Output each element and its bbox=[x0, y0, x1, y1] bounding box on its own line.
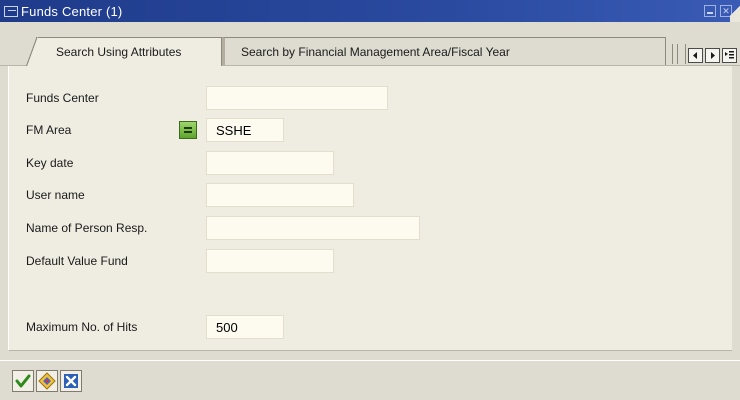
dialog-toolbar bbox=[0, 351, 740, 400]
window-title: Funds Center (1) bbox=[21, 3, 123, 19]
fm-area-label: FM Area bbox=[26, 123, 72, 137]
user-name-input[interactable] bbox=[206, 183, 354, 207]
equals-operator-icon[interactable] bbox=[179, 121, 197, 139]
funds-center-input[interactable] bbox=[206, 86, 388, 110]
scroll-tabs-left-button[interactable] bbox=[688, 48, 703, 63]
title-bar[interactable]: Funds Center (1) ✕ bbox=[0, 0, 740, 22]
default-value-fund-label: Default Value Fund bbox=[26, 254, 128, 268]
scroll-tabs-right-button[interactable] bbox=[705, 48, 720, 63]
search-criteria-panel: Funds Center FM Area SSHE Key date User … bbox=[8, 66, 732, 351]
key-date-label: Key date bbox=[26, 156, 74, 170]
person-responsible-input[interactable] bbox=[206, 216, 420, 240]
toolbar-divider bbox=[0, 360, 740, 361]
key-date-input[interactable] bbox=[206, 151, 334, 175]
start-search-button[interactable] bbox=[36, 370, 58, 392]
cancel-button[interactable] bbox=[60, 370, 82, 392]
person-responsible-row: Name of Person Resp. bbox=[9, 216, 729, 240]
fm-area-input[interactable]: SSHE bbox=[206, 118, 284, 142]
fm-area-row: FM Area SSHE bbox=[9, 118, 729, 142]
user-name-label: User name bbox=[26, 188, 85, 202]
person-responsible-label: Name of Person Resp. bbox=[26, 221, 148, 235]
key-date-row: Key date bbox=[9, 151, 729, 175]
funds-center-row: Funds Center bbox=[9, 86, 729, 110]
cancel-x-icon bbox=[64, 374, 78, 388]
tab-label: Search Using Attributes bbox=[56, 45, 182, 59]
default-value-fund-input[interactable] bbox=[206, 249, 334, 273]
default-value-fund-row: Default Value Fund bbox=[9, 249, 729, 273]
tab-list-button[interactable] bbox=[722, 48, 737, 63]
tab-search-using-attributes[interactable]: Search Using Attributes bbox=[18, 37, 222, 66]
window-menu-icon[interactable] bbox=[4, 5, 18, 17]
arrow-right-icon bbox=[711, 52, 715, 59]
arrow-left-icon bbox=[693, 52, 697, 59]
titlebar-corner bbox=[730, 0, 740, 22]
user-name-row: User name bbox=[9, 183, 729, 207]
tab-search-by-fm-area[interactable]: Search by Financial Management Area/Fisc… bbox=[222, 37, 666, 65]
funds-center-dialog: Funds Center (1) ✕ Search Using Attribut… bbox=[0, 0, 740, 400]
tab-label: Search by Financial Management Area/Fisc… bbox=[241, 44, 510, 59]
max-hits-row: Maximum No. of Hits 500 bbox=[9, 315, 729, 339]
funds-center-label: Funds Center bbox=[26, 91, 99, 105]
tab-strip: Search Using Attributes Search by Financ… bbox=[0, 22, 740, 66]
tab-scroll-grip bbox=[672, 44, 686, 64]
tab-list-icon bbox=[725, 51, 734, 59]
max-hits-input[interactable]: 500 bbox=[206, 315, 284, 339]
tab-edge bbox=[18, 37, 38, 66]
checkmark-icon bbox=[15, 374, 31, 388]
search-icon bbox=[38, 372, 56, 390]
continue-button[interactable] bbox=[12, 370, 34, 392]
max-hits-label: Maximum No. of Hits bbox=[26, 320, 138, 334]
minimize-button[interactable] bbox=[704, 5, 716, 17]
